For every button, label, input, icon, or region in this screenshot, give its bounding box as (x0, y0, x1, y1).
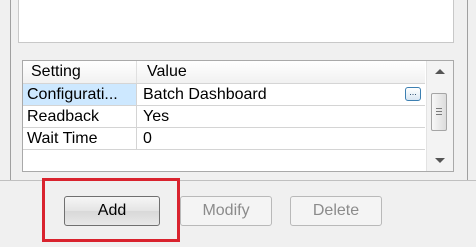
setting-cell[interactable]: Wait Time (23, 128, 137, 150)
value-cell[interactable]: Yes (137, 106, 425, 128)
column-header-setting[interactable]: Setting (23, 61, 137, 83)
grip-line (436, 114, 442, 115)
scroll-up-arrow-icon[interactable] (435, 69, 445, 74)
delete-button[interactable]: Delete (290, 196, 382, 226)
highlight-box (42, 178, 180, 242)
value-text: Batch Dashboard (143, 86, 267, 103)
upper-list-box[interactable] (18, 0, 454, 43)
grid-header: Setting Value (23, 61, 425, 84)
table-row[interactable]: Readback Yes (23, 106, 425, 128)
settings-grid: Setting Value Configurati... Batch Dashb… (22, 60, 454, 172)
table-row[interactable]: Wait Time 0 (23, 128, 425, 150)
column-header-value[interactable]: Value (137, 61, 425, 83)
browse-ellipsis-button[interactable]: ... (405, 87, 421, 101)
table-row[interactable]: Configurati... Batch Dashboard ... (23, 84, 425, 106)
grip-line (436, 108, 442, 109)
modify-button[interactable]: Modify (180, 196, 272, 226)
scroll-thumb[interactable] (431, 93, 447, 131)
value-cell[interactable]: Batch Dashboard ... (137, 84, 425, 106)
setting-cell[interactable]: Configurati... (23, 84, 137, 106)
settings-panel: Setting Value Configurati... Batch Dashb… (0, 0, 476, 247)
scroll-down-arrow-icon[interactable] (435, 158, 445, 163)
setting-cell[interactable]: Readback (23, 106, 137, 128)
grip-line (436, 111, 442, 112)
vertical-scrollbar[interactable] (426, 61, 453, 171)
value-cell[interactable]: 0 (137, 128, 425, 150)
